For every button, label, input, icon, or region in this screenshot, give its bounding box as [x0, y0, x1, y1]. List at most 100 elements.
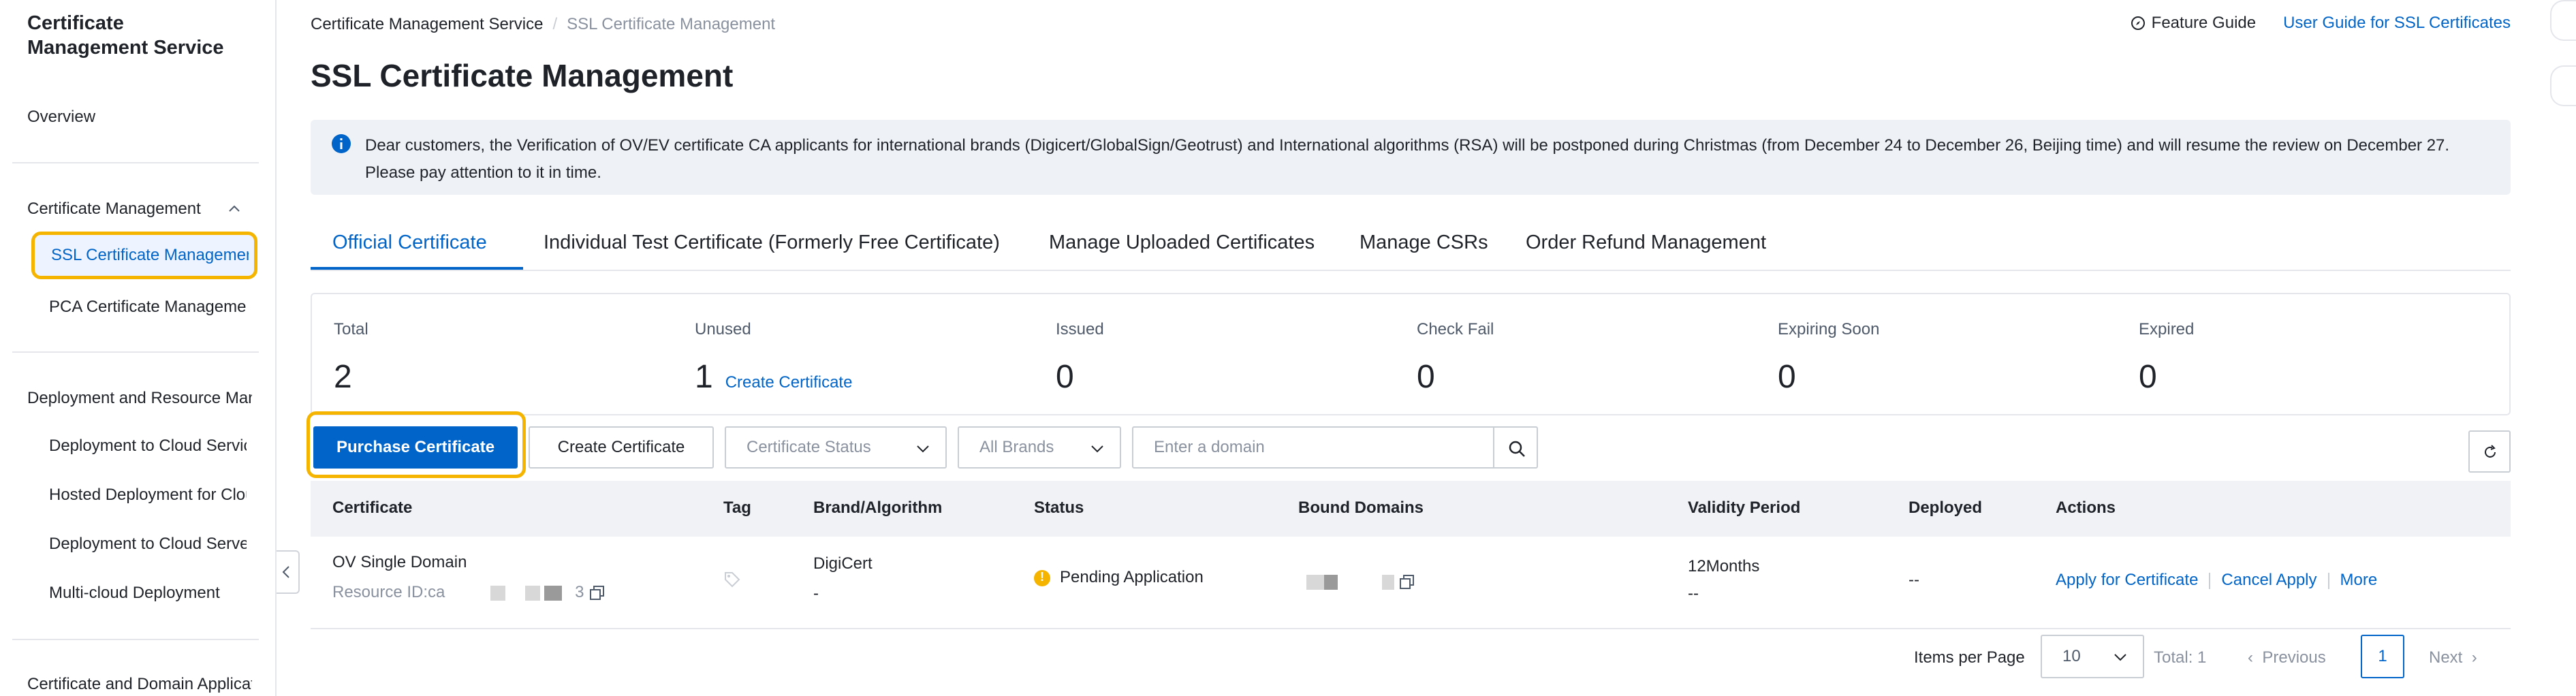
create-certificate-button[interactable]: Create Certificate: [529, 426, 714, 469]
sidebar-divider: [12, 351, 259, 353]
algorithm: -: [813, 584, 819, 603]
app-root: Certificate Management Service Overview …: [0, 0, 2576, 696]
stat-issued: Issued 0: [1056, 320, 1104, 396]
column-header: Status: [1034, 499, 1084, 517]
certificate-status-select[interactable]: Certificate Status: [725, 426, 947, 469]
compass-icon: [2131, 16, 2145, 30]
notice-banner: Dear customers, the Verification of OV/E…: [311, 120, 2511, 195]
sidebar-item-deployment-cloud-services[interactable]: Deployment to Cloud Services: [49, 436, 247, 456]
pagination: Items per Page 10 Total: 1 ‹ Previous 1 …: [311, 635, 2511, 682]
column-header: Brand/Algorithm: [813, 499, 943, 517]
warning-icon: [1034, 569, 1050, 586]
stat-expired: Expired 0: [2139, 320, 2194, 396]
chevron-left-icon: [282, 566, 289, 578]
sidebar-item-ssl-certificate-management[interactable]: SSL Certificate Management: [31, 232, 257, 279]
chevron-left-icon: ‹: [2248, 648, 2253, 667]
page-title: SSL Certificate Management: [311, 58, 734, 93]
header-links: Feature Guide User Guide for SSL Certifi…: [2130, 14, 2511, 33]
page-size-value: 10: [2062, 647, 2081, 665]
redacted-block: [544, 585, 563, 601]
stat-label: Issued: [1056, 320, 1104, 338]
breadcrumb-current: SSL Certificate Management: [567, 15, 776, 33]
toolbar: Purchase Certificate Create Certificate …: [307, 411, 2511, 478]
resource-id-label: Resource ID:ca: [332, 583, 445, 601]
sidebar-item-pca-certificate-management[interactable]: PCA Certificate Management: [49, 297, 247, 317]
sidebar-item-overview[interactable]: Overview: [27, 108, 95, 127]
table-header: Certificate Tag Brand/Algorithm Status B…: [311, 481, 2511, 537]
purchase-certificate-button[interactable]: Purchase Certificate: [313, 426, 518, 469]
chevron-up-icon[interactable]: [227, 202, 241, 215]
sidebar-divider: [12, 639, 259, 640]
next-page-button[interactable]: Next ›: [2429, 648, 2477, 667]
breadcrumb: Certificate Management Service / SSL Certi…: [311, 15, 775, 34]
sidebar-group-certificate-domain[interactable]: Certificate and Domain Application: [27, 674, 252, 695]
action-divider: [2327, 572, 2329, 589]
redacted-block: [524, 585, 540, 601]
rail-tool-button[interactable]: [2550, 65, 2576, 106]
refresh-button[interactable]: [2468, 430, 2511, 473]
chevron-down-icon: [2114, 654, 2126, 661]
tab-individual-test-certificate[interactable]: Individual Test Certificate (Formerly Fr…: [544, 232, 1000, 254]
column-header: Certificate: [332, 499, 413, 517]
apply-certificate-link[interactable]: Apply for Certificate: [2056, 571, 2198, 589]
sidebar-item-deployment-cloud-servers[interactable]: Deployment to Cloud Servers: [49, 534, 247, 554]
sidebar-group-certificate-management[interactable]: Certificate Management: [27, 199, 252, 219]
cancel-apply-link[interactable]: Cancel Apply: [2221, 571, 2316, 589]
redacted-block: [490, 585, 506, 601]
bound-domains: [1306, 572, 1416, 591]
user-guide-link[interactable]: User Guide for SSL Certificates: [2283, 14, 2511, 33]
tab-order-refund-management[interactable]: Order Refund Management: [1526, 232, 1766, 254]
feature-guide-link[interactable]: Feature Guide: [2152, 14, 2256, 33]
sidebar-item-multicloud-deployment[interactable]: Multi-cloud Deployment: [49, 583, 247, 603]
stat-label: Unused: [695, 320, 751, 338]
redacted-block: [1381, 574, 1394, 590]
chevron-down-icon: [1091, 445, 1103, 453]
page-size-select[interactable]: 10: [2041, 635, 2144, 678]
sidebar-group-deployment[interactable]: Deployment and Resource Management: [27, 388, 252, 409]
breadcrumb-item[interactable]: Certificate Management Service: [311, 15, 543, 33]
tab-manage-csrs[interactable]: Manage CSRs: [1360, 232, 1488, 254]
stat-label: Expiring Soon: [1778, 320, 1880, 338]
stats-panel: Total 2 Unused 1 Create Certificate Issue…: [311, 293, 2511, 415]
resource-id-suffix: 3: [575, 583, 584, 601]
sidebar-divider: [12, 162, 259, 163]
sidebar-title: Certificate Management Service: [27, 12, 224, 59]
stat-label: Expired: [2139, 320, 2195, 338]
select-value: Certificate Status: [747, 438, 871, 456]
stat-value: 0: [1056, 359, 1074, 395]
rail-collapse-button[interactable]: [2550, 0, 2576, 41]
tab-manage-uploaded-certificates[interactable]: Manage Uploaded Certificates: [1049, 232, 1315, 254]
copy-icon[interactable]: [1398, 573, 1416, 591]
validity-period-sub: --: [1688, 584, 1699, 603]
page-number-current[interactable]: 1: [2361, 635, 2404, 678]
redacted-block: [1306, 574, 1324, 590]
domain-search-input[interactable]: [1132, 426, 1494, 469]
column-header: Validity Period: [1688, 499, 1801, 517]
sidebar-item-label: SSL Certificate Management: [51, 246, 249, 264]
tab-bar: Official Certificate Individual Test Cer…: [311, 225, 2511, 271]
brand-select[interactable]: All Brands: [958, 426, 1121, 469]
row-actions: Apply for Certificate Cancel Apply More: [2056, 571, 2377, 590]
previous-page-button[interactable]: ‹ Previous: [2248, 648, 2326, 667]
stat-value: 0: [2139, 359, 2157, 395]
more-actions-link[interactable]: More: [2340, 571, 2378, 589]
tab-official-certificate[interactable]: Official Certificate: [332, 232, 487, 254]
search-button[interactable]: [1493, 426, 1538, 469]
column-header: Actions: [2056, 499, 2116, 517]
copy-icon[interactable]: [588, 584, 606, 602]
stat-value: 1: [695, 359, 713, 395]
stat-value: 0: [1417, 359, 1435, 395]
sidebar-item-hosted-deployment[interactable]: Hosted Deployment for Cloud Services: [49, 485, 247, 505]
tag-icon[interactable]: [723, 571, 741, 588]
create-certificate-link[interactable]: Create Certificate: [725, 373, 853, 392]
chevron-right-icon: ›: [2471, 648, 2477, 667]
active-tab-indicator: [311, 267, 523, 270]
stat-label: Check Fail: [1417, 320, 1494, 338]
stat-expiring-soon: Expiring Soon 0: [1778, 320, 1879, 396]
main-content: Certificate Management Service / SSL Certi…: [307, 0, 2511, 696]
items-per-page-label: Items per Page: [1914, 648, 2025, 667]
stat-unused: Unused 1 Create Certificate: [695, 320, 852, 396]
sidebar-collapse-toggle[interactable]: [277, 550, 300, 594]
stat-label: Total: [334, 320, 368, 338]
previous-label: Previous: [2262, 648, 2326, 667]
